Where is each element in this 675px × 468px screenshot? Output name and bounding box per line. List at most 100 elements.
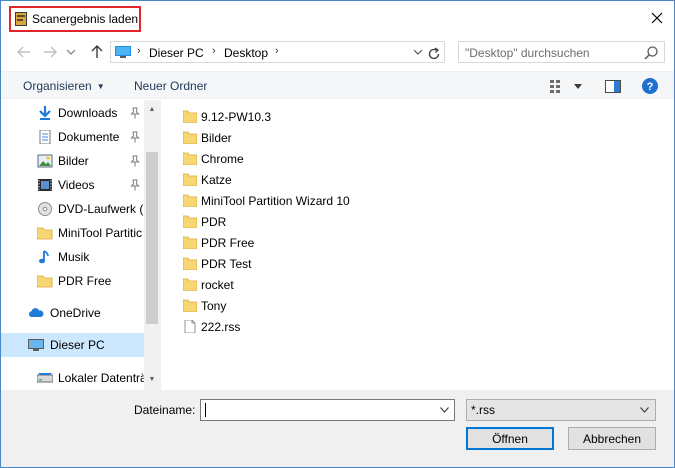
list-item[interactable]: Katze [183, 170, 383, 190]
chevron-down-icon [639, 407, 649, 413]
refresh-button[interactable] [424, 45, 444, 63]
address-dropdown[interactable] [411, 45, 425, 59]
nav-item-pdr-free[interactable]: PDR Free [1, 269, 144, 293]
title-bar: Scanergebnis laden [1, 1, 674, 35]
file-name: 9.12-PW10.3 [201, 110, 272, 124]
breadcrumb-desktop[interactable]: Desktop [224, 46, 268, 60]
file-name: PDR [201, 215, 227, 229]
nav-item-dvd-drive[interactable]: DVD-Laufwerk (E [1, 197, 144, 221]
filter-dropdown[interactable] [637, 403, 651, 417]
file-type-filter[interactable]: *.rss [466, 399, 656, 421]
arrow-left-icon [17, 46, 30, 58]
open-button[interactable]: Öffnen [466, 427, 554, 450]
file-name: PDR Free [201, 236, 255, 250]
nav-item-label: OneDrive [50, 306, 101, 320]
forward-button[interactable] [41, 44, 59, 60]
folder-icon [183, 173, 197, 186]
filename-history-dropdown[interactable] [437, 403, 451, 417]
caret-down-icon: ▼ [96, 82, 105, 91]
list-item[interactable]: Tony [183, 296, 383, 316]
back-button[interactable] [15, 44, 33, 60]
folder-icon [183, 278, 197, 291]
pin-icon [130, 107, 140, 119]
window-title: Scanergebnis laden [32, 12, 139, 26]
this-pc-icon [115, 46, 131, 58]
nav-item-onedrive[interactable]: OneDrive [1, 301, 144, 325]
nav-item-downloads[interactable]: Downloads [1, 101, 144, 125]
file-icon [184, 320, 196, 333]
folder-icon [37, 227, 53, 240]
scroll-down-arrow[interactable]: ▼ [144, 372, 160, 386]
nav-item-label: Dieser PC [50, 338, 105, 352]
svg-text:?: ? [647, 81, 654, 93]
list-item[interactable]: Chrome [183, 149, 383, 169]
search-input[interactable]: "Desktop" durchsuchen [458, 41, 665, 63]
local-disk-icon [37, 373, 53, 383]
pin-icon [130, 179, 140, 191]
nav-item-label: Musik [58, 250, 90, 264]
file-list[interactable]: 9.12-PW10.3 Bilder Chrome Katze MiniTool… [161, 100, 674, 390]
list-item[interactable]: PDR [183, 212, 383, 232]
organize-menu[interactable]: Organisieren ▼ [23, 79, 105, 93]
caret-down-icon [574, 83, 582, 89]
close-icon [651, 12, 663, 24]
folder-icon [183, 131, 197, 144]
address-bar[interactable]: › Dieser PC › Desktop › [110, 41, 445, 63]
app-icon [15, 12, 27, 26]
nav-item-label: MiniTool Partitic [58, 226, 143, 240]
file-name: Tony [201, 299, 227, 313]
breadcrumb-separator: › [212, 45, 216, 57]
view-options-button[interactable] [550, 78, 582, 94]
navigation-pane[interactable]: Downloads Dokumente Bilder Videos DVD-La… [1, 100, 160, 390]
breadcrumb-separator: › [137, 45, 141, 57]
arrow-right-icon [44, 46, 57, 58]
view-grid-icon [550, 80, 560, 93]
up-button[interactable] [88, 44, 106, 60]
list-item[interactable]: Bilder [183, 128, 383, 148]
pin-icon [130, 155, 140, 167]
preview-pane-icon [605, 79, 621, 93]
scrollbar-thumb[interactable] [146, 152, 158, 324]
list-item[interactable]: MiniTool Partition Wizard 10 [183, 191, 383, 211]
nav-item-local-disk[interactable]: Lokaler Datenträg [1, 366, 144, 390]
scroll-up-arrow[interactable]: ▲ [144, 102, 160, 116]
chevron-down-icon [67, 49, 75, 55]
filename-input[interactable] [200, 399, 455, 421]
nav-item-pictures[interactable]: Bilder [1, 149, 144, 173]
cancel-button[interactable]: Abbrechen [568, 427, 656, 450]
pin-icon [130, 131, 140, 143]
list-item[interactable]: PDR Test [183, 254, 383, 274]
new-folder-button[interactable]: Neuer Ordner [134, 79, 207, 93]
folder-icon [183, 152, 197, 165]
folder-icon [183, 215, 197, 228]
download-icon [39, 106, 51, 120]
breadcrumb-separator: › [275, 45, 279, 57]
dvd-drive-icon [38, 202, 52, 216]
nav-item-videos[interactable]: Videos [1, 173, 144, 197]
filename-label: Dateiname: [134, 403, 196, 417]
arrow-up-icon [91, 45, 103, 58]
list-item[interactable]: 222.rss [183, 317, 383, 337]
pictures-icon [37, 154, 53, 168]
close-button[interactable] [643, 7, 671, 29]
nav-item-music[interactable]: Musik [1, 245, 144, 269]
text-cursor [205, 403, 206, 417]
list-item[interactable]: rocket [183, 275, 383, 295]
list-item[interactable]: PDR Free [183, 233, 383, 253]
help-button[interactable]: ? [642, 78, 658, 94]
nav-scrollbar[interactable]: ▲ ▼ [144, 100, 160, 390]
preview-pane-button[interactable] [605, 78, 621, 94]
breadcrumb-this-pc[interactable]: Dieser PC [149, 46, 204, 60]
nav-item-this-pc[interactable]: Dieser PC [1, 333, 144, 357]
nav-item-minitool-folder[interactable]: MiniTool Partitic [1, 221, 144, 245]
help-icon: ? [642, 78, 658, 94]
refresh-icon [428, 47, 440, 60]
this-pc-icon [28, 339, 44, 351]
nav-item-documents[interactable]: Dokumente [1, 125, 144, 149]
recent-dropdown[interactable] [65, 44, 77, 60]
search-icon[interactable] [643, 45, 659, 61]
folder-icon [37, 275, 53, 288]
list-item[interactable]: 9.12-PW10.3 [183, 107, 383, 127]
onedrive-icon [28, 308, 44, 317]
search-placeholder: "Desktop" durchsuchen [465, 46, 590, 60]
